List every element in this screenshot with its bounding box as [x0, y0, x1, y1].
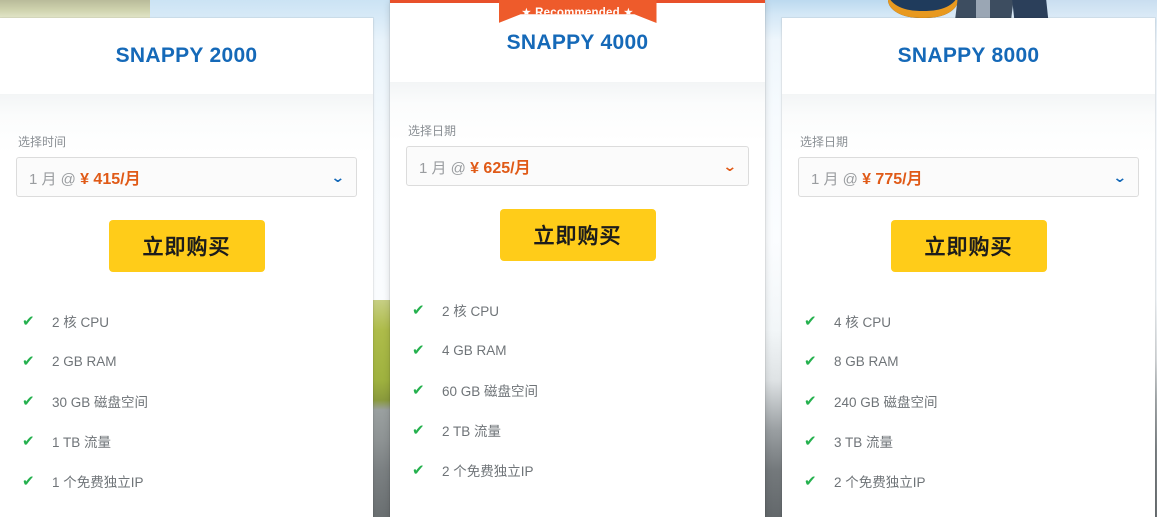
chevron-down-icon[interactable]: ⌄ [723, 159, 738, 173]
list-item: ✔ 1 TB 流量 [22, 421, 357, 461]
feature-label: 3 TB 流量 [834, 435, 894, 450]
list-item: ✔ 4 核 CPU [804, 301, 1139, 341]
feature-label: 30 GB 磁盘空间 [52, 395, 149, 410]
term-select-price: ¥ 775/月 [862, 171, 923, 188]
feature-label: 2 个免费独立IP [834, 475, 926, 490]
check-icon: ✔ [22, 433, 35, 450]
buy-button-wrap: 立即购买 [406, 209, 749, 261]
term-select-label: 选择日期 [800, 135, 849, 149]
list-item: ✔ 1 个免费独立IP [22, 461, 357, 501]
term-select-term: 1 月 @ [419, 160, 471, 177]
plan-title: SNAPPY 2000 [115, 44, 258, 67]
term-select[interactable]: 1 月 @ ¥ 775/月 ⌄ [798, 157, 1139, 197]
term-select-value: 1 月 @ ¥ 625/月 [419, 154, 724, 178]
term-select-label: 选择时间 [18, 135, 67, 149]
term-select-price: ¥ 415/月 [80, 171, 141, 188]
check-icon: ✔ [804, 433, 817, 450]
check-icon: ✔ [412, 302, 425, 319]
chevron-down-icon[interactable]: ⌄ [331, 170, 346, 184]
check-icon: ✔ [22, 313, 35, 330]
list-item: ✔ 3 TB 流量 [804, 421, 1139, 461]
term-select[interactable]: 1 月 @ ¥ 415/月 ⌄ [16, 157, 357, 197]
plan-title: SNAPPY 8000 [897, 44, 1040, 67]
pricing-page: SNAPPY 2000 选择时间 1 月 @ ¥ 415/月 ⌄ 立即购买 ✔ … [0, 0, 1157, 517]
check-icon: ✔ [22, 353, 35, 370]
term-select-price: ¥ 625/月 [470, 160, 531, 177]
pricing-card-snappy-4000: ★ Recommended ★ SNAPPY 4000 选择日期 1 月 @ ¥… [390, 0, 765, 517]
feature-label: 4 GB RAM [442, 342, 507, 358]
card-body: 选择日期 1 月 @ ¥ 625/月 ⌄ 立即购买 ✔ 2 核 CPU ✔ 4 … [390, 82, 765, 517]
list-item: ✔ 2 个免费独立IP [804, 461, 1139, 501]
term-select-value: 1 月 @ ¥ 775/月 [811, 165, 1114, 189]
check-icon: ✔ [22, 473, 35, 490]
check-icon: ✔ [804, 353, 817, 370]
check-icon: ✔ [804, 313, 817, 330]
list-item: ✔ 60 GB 磁盘空间 [412, 370, 749, 410]
term-select[interactable]: 1 月 @ ¥ 625/月 ⌄ [406, 146, 749, 186]
feature-label: 2 个免费独立IP [442, 464, 534, 479]
list-item: ✔ 2 核 CPU [412, 290, 749, 330]
feature-label: 1 个免费独立IP [52, 475, 144, 490]
card-body: 选择时间 1 月 @ ¥ 415/月 ⌄ 立即购买 ✔ 2 核 CPU ✔ 2 … [0, 94, 373, 517]
pricing-cards-row: SNAPPY 2000 选择时间 1 月 @ ¥ 415/月 ⌄ 立即购买 ✔ … [0, 0, 1157, 517]
pricing-card-snappy-8000: SNAPPY 8000 选择日期 1 月 @ ¥ 775/月 ⌄ 立即购买 ✔ … [782, 18, 1155, 517]
check-icon: ✔ [412, 462, 425, 479]
list-item: ✔ 30 GB 磁盘空间 [22, 381, 357, 421]
term-select-term: 1 月 @ [811, 171, 863, 188]
feature-label: 2 TB 流量 [442, 424, 502, 439]
card-header: SNAPPY 8000 [782, 18, 1155, 94]
feature-label: 2 核 CPU [52, 315, 110, 330]
card-header: SNAPPY 2000 [0, 18, 373, 94]
list-item: ✔ 2 GB RAM [22, 341, 357, 381]
list-item: ✔ 2 核 CPU [22, 301, 357, 341]
feature-label: 60 GB 磁盘空间 [442, 384, 539, 399]
feature-list: ✔ 4 核 CPU ✔ 8 GB RAM ✔ 240 GB 磁盘空间 ✔ 3 T… [798, 272, 1139, 501]
check-icon: ✔ [412, 382, 425, 399]
buy-button-wrap: 立即购买 [16, 220, 357, 272]
buy-button-wrap: 立即购买 [798, 220, 1139, 272]
check-icon: ✔ [22, 393, 35, 410]
check-icon: ✔ [804, 473, 817, 490]
check-icon: ✔ [412, 342, 425, 359]
plan-title: SNAPPY 4000 [506, 30, 649, 54]
list-item: ✔ 2 个免费独立IP [412, 450, 749, 490]
feature-label: 1 TB 流量 [52, 435, 112, 450]
card-body: 选择日期 1 月 @ ¥ 775/月 ⌄ 立即购买 ✔ 4 核 CPU ✔ 8 … [782, 94, 1155, 517]
feature-label: 2 GB RAM [52, 353, 117, 369]
feature-label: 4 核 CPU [834, 315, 892, 330]
term-select-term: 1 月 @ [29, 171, 81, 188]
buy-now-button[interactable]: 立即购买 [890, 220, 1047, 272]
list-item: ✔ 8 GB RAM [804, 341, 1139, 381]
buy-now-button[interactable]: 立即购买 [108, 220, 265, 272]
check-icon: ✔ [804, 393, 817, 410]
feature-label: 2 核 CPU [442, 304, 500, 319]
chevron-down-icon[interactable]: ⌄ [1113, 170, 1128, 184]
buy-now-button[interactable]: 立即购买 [499, 209, 656, 261]
term-select-label: 选择日期 [408, 124, 457, 138]
term-select-value: 1 月 @ ¥ 415/月 [29, 165, 332, 189]
feature-label: 240 GB 磁盘空间 [834, 395, 938, 410]
pricing-card-snappy-2000: SNAPPY 2000 选择时间 1 月 @ ¥ 415/月 ⌄ 立即购买 ✔ … [0, 18, 373, 517]
feature-label: 8 GB RAM [834, 353, 899, 369]
list-item: ✔ 240 GB 磁盘空间 [804, 381, 1139, 421]
feature-list: ✔ 2 核 CPU ✔ 4 GB RAM ✔ 60 GB 磁盘空间 ✔ 2 TB… [406, 261, 749, 490]
list-item: ✔ 2 TB 流量 [412, 410, 749, 450]
list-item: ✔ 4 GB RAM [412, 330, 749, 370]
feature-list: ✔ 2 核 CPU ✔ 2 GB RAM ✔ 30 GB 磁盘空间 ✔ 1 TB… [16, 272, 357, 501]
check-icon: ✔ [412, 422, 425, 439]
